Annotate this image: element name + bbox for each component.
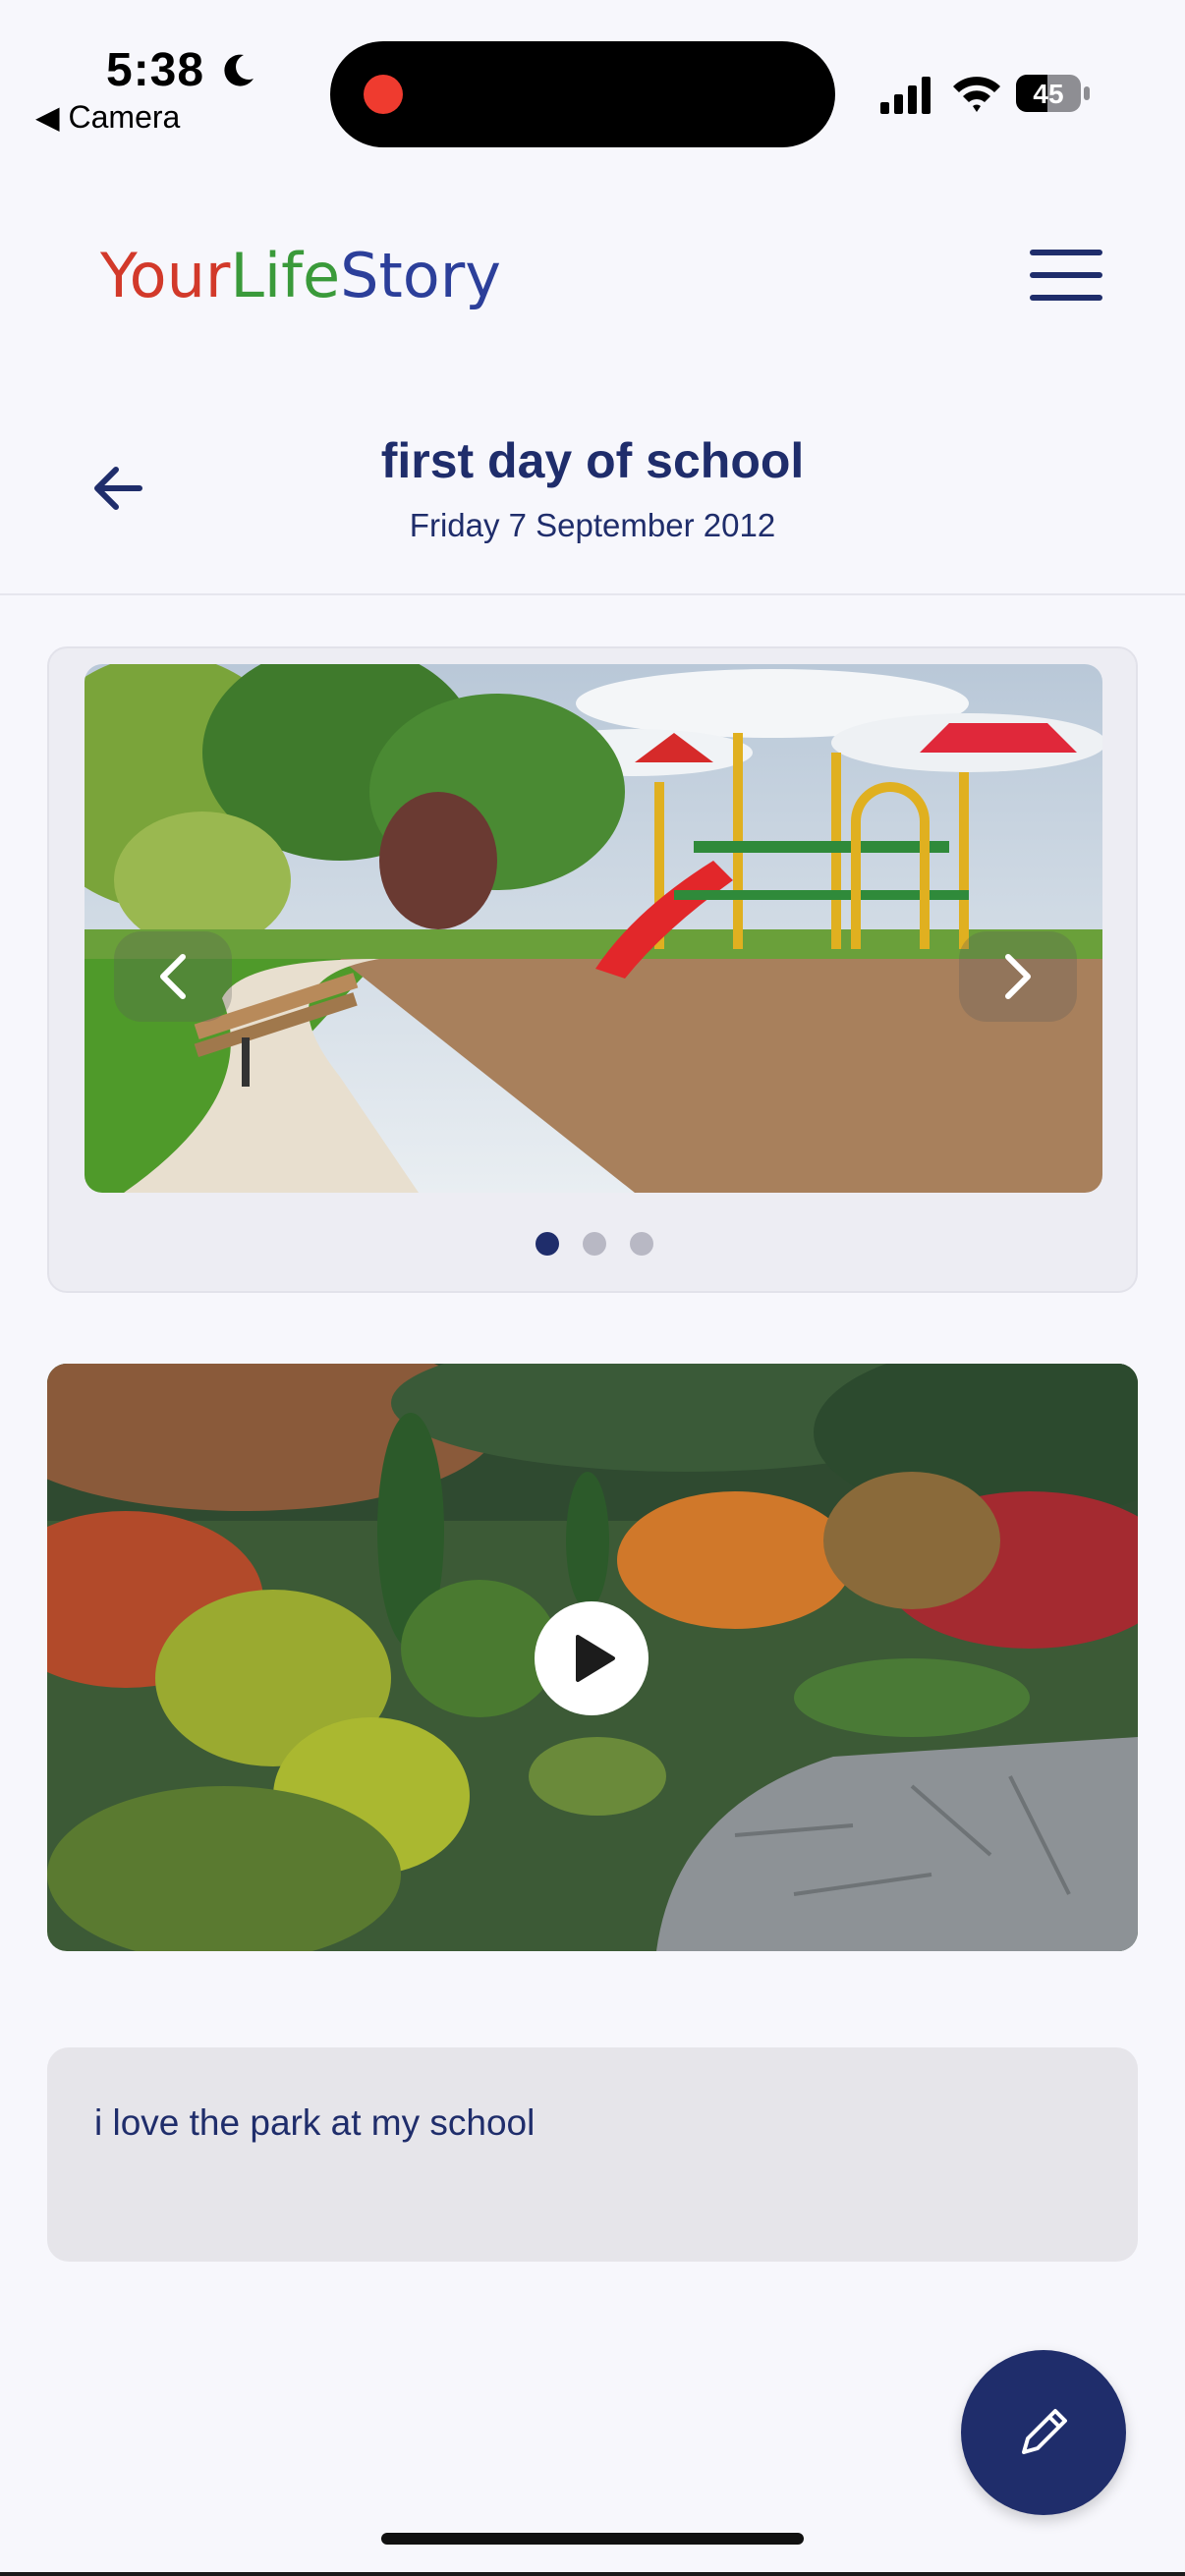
carousel-dot-3[interactable]	[630, 1232, 653, 1256]
chevron-left-icon	[160, 954, 186, 999]
back-to-camera-link[interactable]: ◀ Camera	[35, 98, 180, 136]
battery-icon: 45	[1016, 75, 1090, 112]
status-bar: 5:38 ◀ Camera 45	[0, 0, 1185, 147]
logo-word-story: Story	[340, 240, 501, 311]
carousel-pagination	[49, 1232, 1140, 1260]
dynamic-island	[330, 41, 835, 147]
status-time: 5:38	[106, 44, 205, 96]
logo-word-life: Life	[230, 240, 341, 311]
wifi-icon	[953, 77, 1000, 112]
page-title: first day of school	[380, 433, 805, 488]
bottom-edge	[0, 2572, 1185, 2576]
logo-word-your: Your	[100, 240, 231, 311]
recording-indicator-icon	[364, 75, 403, 114]
carousel-prev-button[interactable]	[114, 931, 232, 1022]
play-icon	[576, 1635, 615, 1682]
carousel-dot-1[interactable]	[536, 1232, 559, 1256]
caption-text: i love the park at my school	[94, 2102, 536, 2143]
entry-date: Friday 7 September 2012	[409, 507, 776, 543]
carousel-dot-2[interactable]	[583, 1232, 606, 1256]
edit-button[interactable]	[961, 2350, 1126, 2515]
photo-carousel	[47, 646, 1138, 1293]
battery-level: 45	[1033, 79, 1063, 109]
home-indicator[interactable]	[381, 2533, 804, 2545]
chevron-right-icon	[1005, 954, 1031, 999]
carousel-photo-playground[interactable]	[85, 664, 1102, 1193]
hamburger-menu-icon[interactable]	[1030, 250, 1102, 307]
carousel-next-button[interactable]	[959, 931, 1077, 1022]
header-divider	[0, 593, 1185, 595]
play-button[interactable]	[535, 1601, 649, 1715]
video-player[interactable]	[47, 1364, 1138, 1951]
cellular-signal-icon	[880, 77, 931, 114]
pencil-icon	[1022, 2409, 1067, 2454]
moon-icon	[224, 54, 254, 86]
app-logo[interactable]: YourLifeStory	[100, 240, 501, 311]
memory-caption: i love the park at my school	[47, 2047, 1138, 2262]
